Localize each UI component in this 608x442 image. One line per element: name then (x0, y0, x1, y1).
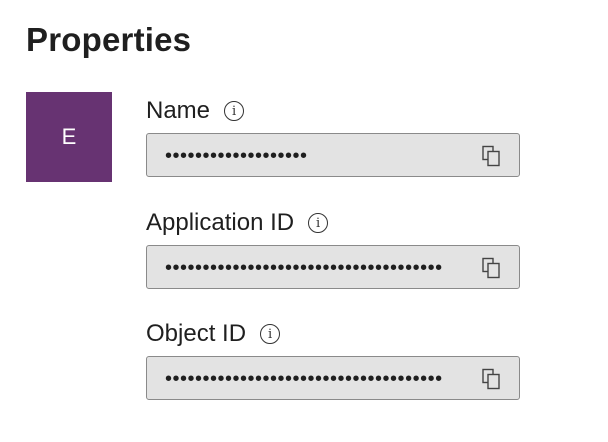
copy-icon[interactable] (481, 368, 503, 390)
info-icon[interactable]: i (308, 213, 329, 233)
page-title: Properties (26, 21, 192, 58)
field-label-row: Object ID i (146, 318, 520, 350)
field-name: Name i ••••••••••••••••••• (146, 95, 520, 177)
field-value: ••••••••••••••••••••••••••••••••••••• (165, 257, 443, 279)
field-label: Object ID (146, 320, 247, 347)
name-field[interactable]: ••••••••••••••••••• (146, 133, 520, 177)
field-label-row: Name i (146, 95, 520, 127)
avatar-initial: E (61, 124, 77, 149)
field-label-row: Application ID i (146, 207, 520, 239)
field-value: ••••••••••••••••••••••••••••••••••••• (165, 368, 443, 390)
field-value: ••••••••••••••••••• (165, 145, 308, 167)
field-application-id: Application ID i •••••••••••••••••••••••… (146, 207, 520, 289)
field-label: Application ID (146, 209, 295, 236)
copy-icon[interactable] (481, 145, 503, 167)
avatar: E (26, 92, 112, 182)
info-icon[interactable]: i (224, 101, 245, 121)
field-label: Name (146, 97, 211, 124)
copy-icon[interactable] (481, 257, 503, 279)
properties-panel: Properties E Name i ••••••••••••••••••• … (0, 0, 608, 442)
info-icon[interactable]: i (260, 324, 281, 344)
application-id-field[interactable]: ••••••••••••••••••••••••••••••••••••• (146, 245, 520, 289)
object-id-field[interactable]: ••••••••••••••••••••••••••••••••••••• (146, 356, 520, 400)
field-object-id: Object ID i ••••••••••••••••••••••••••••… (146, 318, 520, 400)
